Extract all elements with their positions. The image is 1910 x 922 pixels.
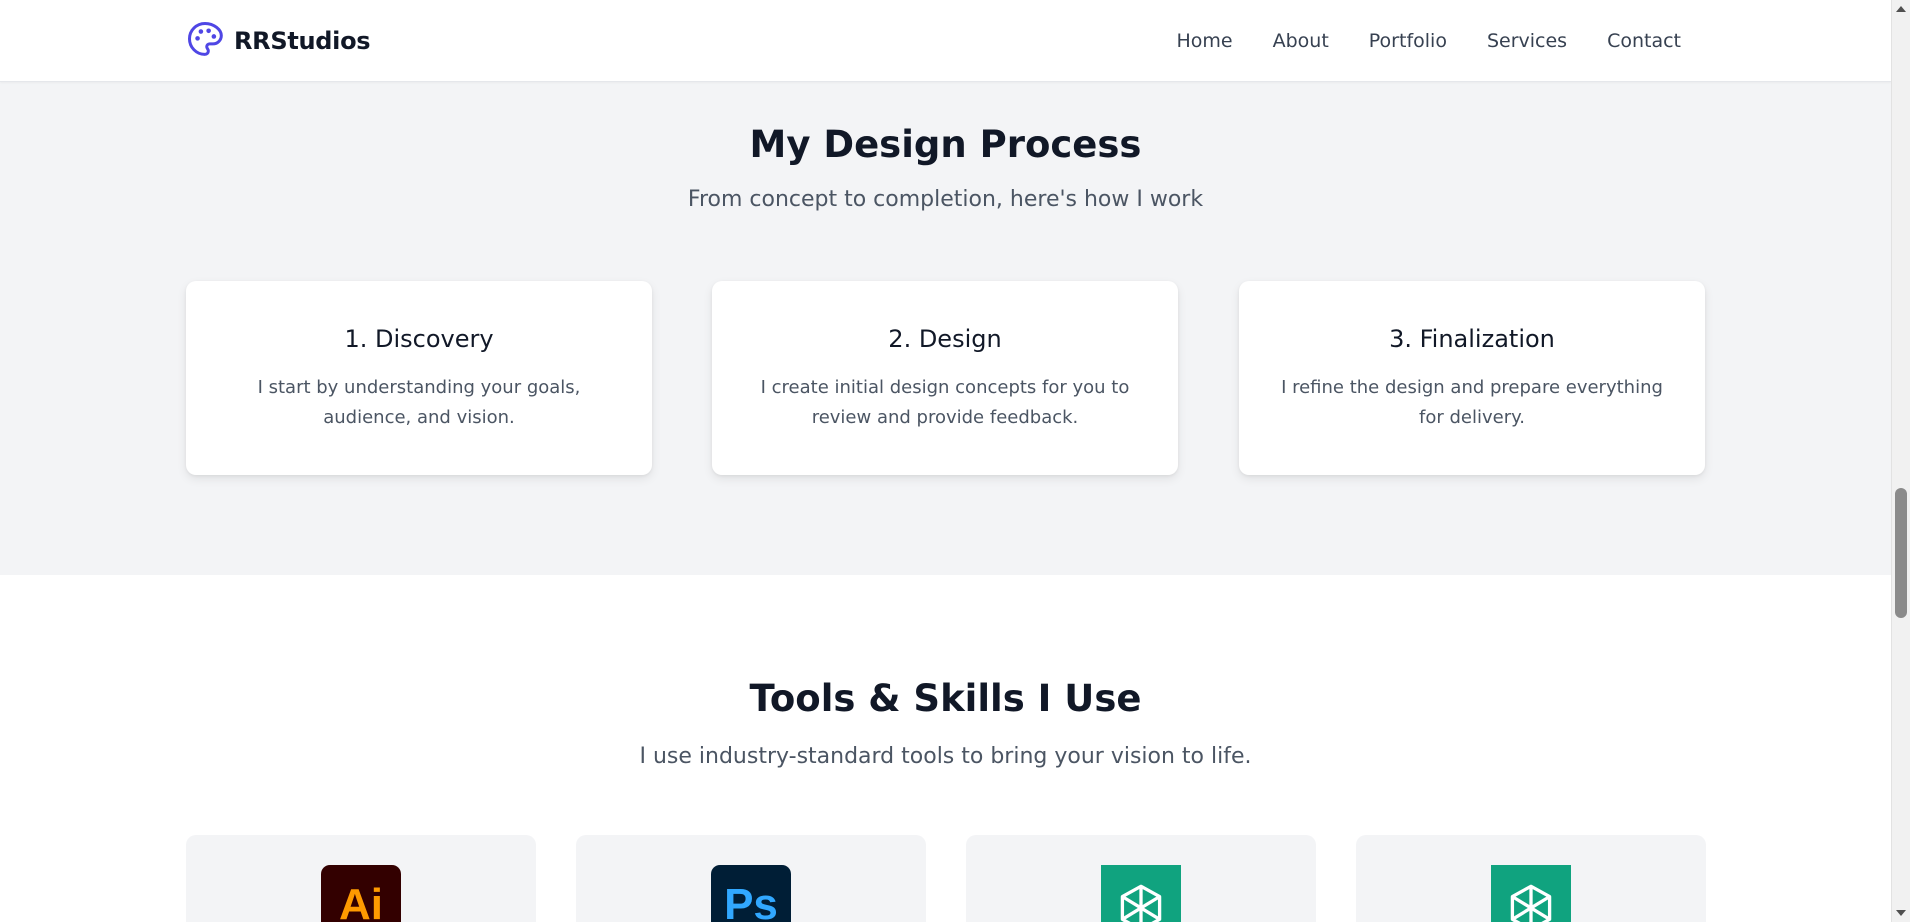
design-process-section: My Design Process From concept to comple… xyxy=(0,81,1891,575)
section-subtitle: From concept to completion, here's how I… xyxy=(687,187,1204,212)
process-step-card: 1. Discovery I start by understanding yo… xyxy=(186,281,652,475)
brand-name: RRStudios xyxy=(234,27,371,55)
step-description: I refine the design and prepare everythi… xyxy=(1281,377,1663,428)
section-title: Tools & Skills I Use xyxy=(749,677,1142,720)
nav-link-home[interactable]: Home xyxy=(1176,30,1232,52)
main-nav: Home About Portfolio Services Contact xyxy=(1176,0,1681,81)
step-title: 3. Finalization xyxy=(1389,325,1555,353)
brand-logo[interactable]: RRStudios xyxy=(186,20,371,62)
tool-card: Ps xyxy=(576,835,926,922)
tools-skills-section: Tools & Skills I Use I use industry-stan… xyxy=(0,575,1891,922)
chatgpt-icon xyxy=(1101,865,1181,922)
step-description: I create initial design concepts for you… xyxy=(760,377,1130,428)
process-step-card: 2. Design I create initial design concep… xyxy=(712,281,1178,475)
nav-link-contact[interactable]: Contact xyxy=(1607,30,1681,52)
tool-card xyxy=(1356,835,1706,922)
chatgpt-icon xyxy=(1491,865,1571,922)
section-subtitle: I use industry-standard tools to bring y… xyxy=(639,744,1252,769)
nav-link-portfolio[interactable]: Portfolio xyxy=(1369,30,1447,52)
scroll-up-arrow-icon[interactable] xyxy=(1896,6,1906,12)
process-step-card: 3. Finalization I refine the design and … xyxy=(1239,281,1705,475)
tool-card: Ai xyxy=(186,835,536,922)
scrollbar-thumb[interactable] xyxy=(1895,488,1907,618)
scroll-down-arrow-icon[interactable] xyxy=(1896,910,1906,916)
adobe-illustrator-icon: Ai xyxy=(321,865,401,922)
section-title: My Design Process xyxy=(749,123,1142,166)
step-description: I start by understanding your goals, aud… xyxy=(257,377,581,428)
tool-card xyxy=(966,835,1316,922)
step-title: 1. Discovery xyxy=(344,325,494,353)
page: RRStudios Home About Portfolio Services … xyxy=(0,0,1891,922)
nav-link-services[interactable]: Services xyxy=(1487,30,1567,52)
step-title: 2. Design xyxy=(888,325,1002,353)
palette-icon xyxy=(186,20,224,62)
page-scrollbar[interactable] xyxy=(1891,0,1910,922)
navbar: RRStudios Home About Portfolio Services … xyxy=(0,0,1891,82)
adobe-photoshop-icon: Ps xyxy=(711,865,791,922)
nav-link-about[interactable]: About xyxy=(1273,30,1329,52)
